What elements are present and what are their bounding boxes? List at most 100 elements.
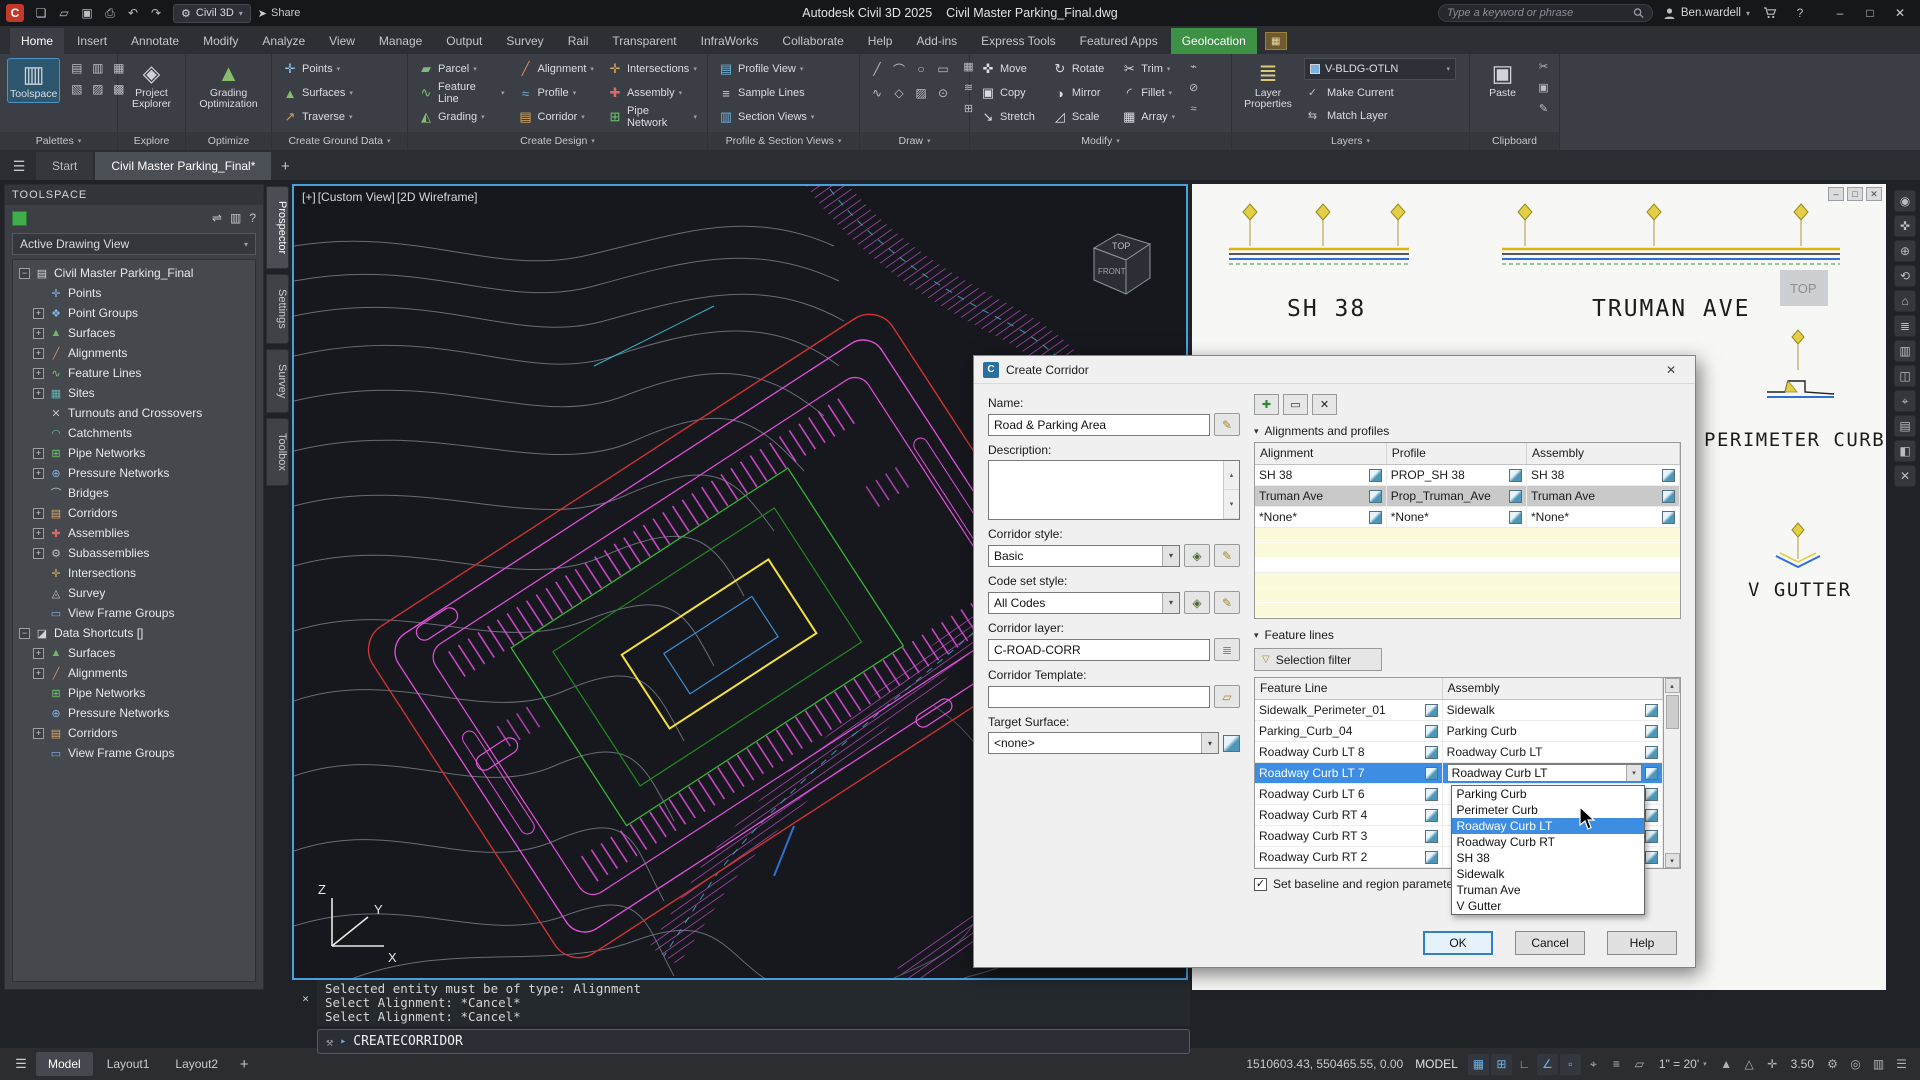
corridor-name-input[interactable]	[988, 414, 1210, 436]
profile-view-button[interactable]: ▤Profile View▾	[715, 58, 817, 80]
markup-import-icon[interactable]: ▧	[67, 79, 86, 98]
tree-item-intersections[interactable]: ✛ Intersections	[13, 563, 255, 583]
close-icon[interactable]: ✕	[1886, 2, 1914, 24]
scroll-up-icon[interactable]: ▴	[1224, 461, 1239, 490]
tree-expand-icon[interactable]: +	[33, 388, 44, 399]
dropdown-option[interactable]: Sidewalk	[1452, 866, 1645, 882]
panel-label-draw[interactable]: Draw▾	[860, 132, 969, 150]
tree-expand-icon[interactable]: +	[33, 328, 44, 339]
tree-expand-icon[interactable]: +	[33, 548, 44, 559]
workspace-gear-icon[interactable]: ⚙	[1822, 1054, 1843, 1075]
delete-row-button[interactable]: ✕	[1312, 394, 1337, 415]
tab-layout2[interactable]: Layout2	[163, 1052, 230, 1076]
pick-from-drawing-icon[interactable]	[1645, 746, 1658, 759]
polygon-icon[interactable]: ◇	[889, 82, 909, 104]
circle-icon[interactable]: ○	[911, 58, 931, 80]
pick-from-drawing-icon[interactable]	[1369, 511, 1382, 524]
otrack-icon[interactable]: ⌖	[1583, 1054, 1604, 1075]
panel-label-modify[interactable]: Modify▾	[970, 132, 1231, 150]
alignment-row[interactable]: Truman Ave Prop_Truman_Ave Truman Ave	[1255, 486, 1680, 507]
tree-item-ds-alignments[interactable]: + ╱ Alignments	[13, 663, 255, 683]
layer-selector[interactable]: V-BLDG-OTLN ▾	[1304, 58, 1456, 80]
erase-icon[interactable]: ⊘	[1185, 79, 1202, 96]
ribbon-tab[interactable]: Featured Apps	[1069, 28, 1169, 54]
pick-from-drawing-icon[interactable]	[1369, 469, 1382, 482]
trim-button[interactable]: ✂Trim▾	[1118, 58, 1178, 80]
panel-label-design[interactable]: Create Design▾	[408, 132, 707, 150]
ribbon-tab[interactable]: Transparent	[601, 28, 687, 54]
tree-item-ds-view-frame-groups[interactable]: ▭ View Frame Groups	[13, 743, 255, 763]
table-scrollbar[interactable]: ▴ ▾	[1663, 678, 1680, 868]
drawing-tab[interactable]: Start	[36, 152, 93, 180]
add-baseline-button[interactable]: ✚	[1254, 394, 1279, 415]
search-input[interactable]	[1447, 7, 1628, 19]
rotate-button[interactable]: ↻Rotate	[1049, 58, 1111, 80]
ribbon-tab[interactable]: Home	[10, 28, 64, 54]
pick-from-drawing-icon[interactable]	[1509, 490, 1522, 503]
maximize-icon[interactable]: □	[1856, 2, 1884, 24]
pick-from-drawing-icon[interactable]	[1645, 767, 1658, 780]
chevron-down-icon[interactable]: ▾	[1162, 546, 1179, 566]
fillet-button[interactable]: ◜Fillet▾	[1118, 82, 1178, 104]
new-icon[interactable]: ❏	[31, 3, 51, 23]
account-menu[interactable]: Ben.wardell ▾	[1663, 7, 1750, 20]
ribbon-tab[interactable]: Manage	[368, 28, 433, 54]
camera-icon[interactable]: ◫	[1894, 365, 1916, 387]
feature-lines-section-header[interactable]: ▾ Feature lines	[1254, 628, 1681, 642]
dropdown-option[interactable]: Parking Curb	[1452, 786, 1645, 802]
viewport-menu-control[interactable]: [+]	[302, 190, 316, 204]
line-icon[interactable]: ╱	[867, 58, 887, 80]
save-icon[interactable]: ▣	[77, 3, 97, 23]
collapse-icon[interactable]: ▾	[1254, 630, 1259, 641]
tab-settings[interactable]: Settings	[266, 274, 289, 344]
tab-layout1[interactable]: Layout1	[95, 1052, 162, 1076]
feature-line-button[interactable]: ∿Feature Line▾	[415, 82, 508, 104]
tree-item-ds-pressure-networks[interactable]: ⊕ Pressure Networks	[13, 703, 255, 723]
new-drawing-tab-button[interactable]: +	[273, 152, 297, 180]
annotation-visibility-icon[interactable]: ▲	[1716, 1054, 1737, 1075]
code-set-picker-button[interactable]: ◈	[1184, 591, 1210, 614]
paste-button[interactable]: ▣ Paste	[1477, 58, 1528, 101]
cancel-button[interactable]: Cancel	[1515, 931, 1585, 955]
panel-label-clipboard[interactable]: Clipboard	[1470, 132, 1559, 150]
tree-expand-icon[interactable]: +	[33, 468, 44, 479]
toolspace-button[interactable]: ▥ Toolspace	[7, 58, 60, 103]
panel-label-psv[interactable]: Profile & Section Views▾	[708, 132, 859, 150]
tree-expand-icon[interactable]: +	[33, 728, 44, 739]
pick-from-drawing-icon[interactable]	[1425, 809, 1438, 822]
blocks-palette-icon[interactable]: ▨	[88, 79, 107, 98]
workspace-selector[interactable]: ⚙ Civil 3D ▾	[173, 4, 251, 23]
pick-from-drawing-icon[interactable]	[1425, 830, 1438, 843]
pan-icon[interactable]: ✜	[1894, 215, 1916, 237]
tree-item-corridors[interactable]: + ▤ Corridors	[13, 503, 255, 523]
toolspace-view-selector[interactable]: Active Drawing View ▾	[12, 233, 256, 255]
add-layout-button[interactable]: +	[232, 1050, 256, 1078]
corridor-template-input[interactable]	[988, 686, 1210, 708]
make-current-button[interactable]: ✓ Make Current	[1304, 82, 1456, 103]
file-tabs-menu-icon[interactable]: ☰	[4, 152, 34, 180]
help-icon[interactable]: ?	[1790, 3, 1810, 23]
app-logo-icon[interactable]: C	[6, 4, 24, 22]
tree-expand-icon[interactable]: −	[19, 268, 30, 279]
tree-expand-icon[interactable]: +	[33, 448, 44, 459]
ortho-icon[interactable]: ∟	[1514, 1054, 1535, 1075]
navwheel-icon[interactable]: ◉	[1894, 190, 1916, 212]
assembly-select[interactable]: Roadway Curb LT ▾	[1447, 764, 1642, 782]
transparency-icon[interactable]: ▱	[1629, 1054, 1650, 1075]
annotation-autoscale-icon[interactable]: △	[1739, 1054, 1760, 1075]
drawing-tab[interactable]: Civil Master Parking_Final*	[95, 152, 271, 180]
tree-item-pipe-networks[interactable]: + ⊞ Pipe Networks	[13, 443, 255, 463]
tab-model[interactable]: Model	[36, 1052, 93, 1076]
plot-icon[interactable]: ⎙	[100, 3, 120, 23]
intersections-button[interactable]: ✛Intersections▾	[604, 58, 700, 80]
tree-item-assemblies[interactable]: + ✚ Assemblies	[13, 523, 255, 543]
scroll-down-icon[interactable]: ▾	[1665, 853, 1680, 868]
ribbon-tab[interactable]: Survey	[495, 28, 554, 54]
panel-label-optimize[interactable]: Optimize	[186, 132, 271, 150]
panel-label-explore[interactable]: Explore	[118, 132, 185, 150]
feature-line-row-selected[interactable]: Roadway Curb LT 7 Roadway Curb LT ▾	[1255, 763, 1663, 784]
pick-from-drawing-icon[interactable]	[1645, 830, 1658, 843]
hatch-icon[interactable]: ▨	[911, 82, 931, 104]
stretch-button[interactable]: ↘Stretch	[977, 106, 1042, 128]
chevron-down-icon[interactable]: ▾	[1201, 733, 1218, 753]
